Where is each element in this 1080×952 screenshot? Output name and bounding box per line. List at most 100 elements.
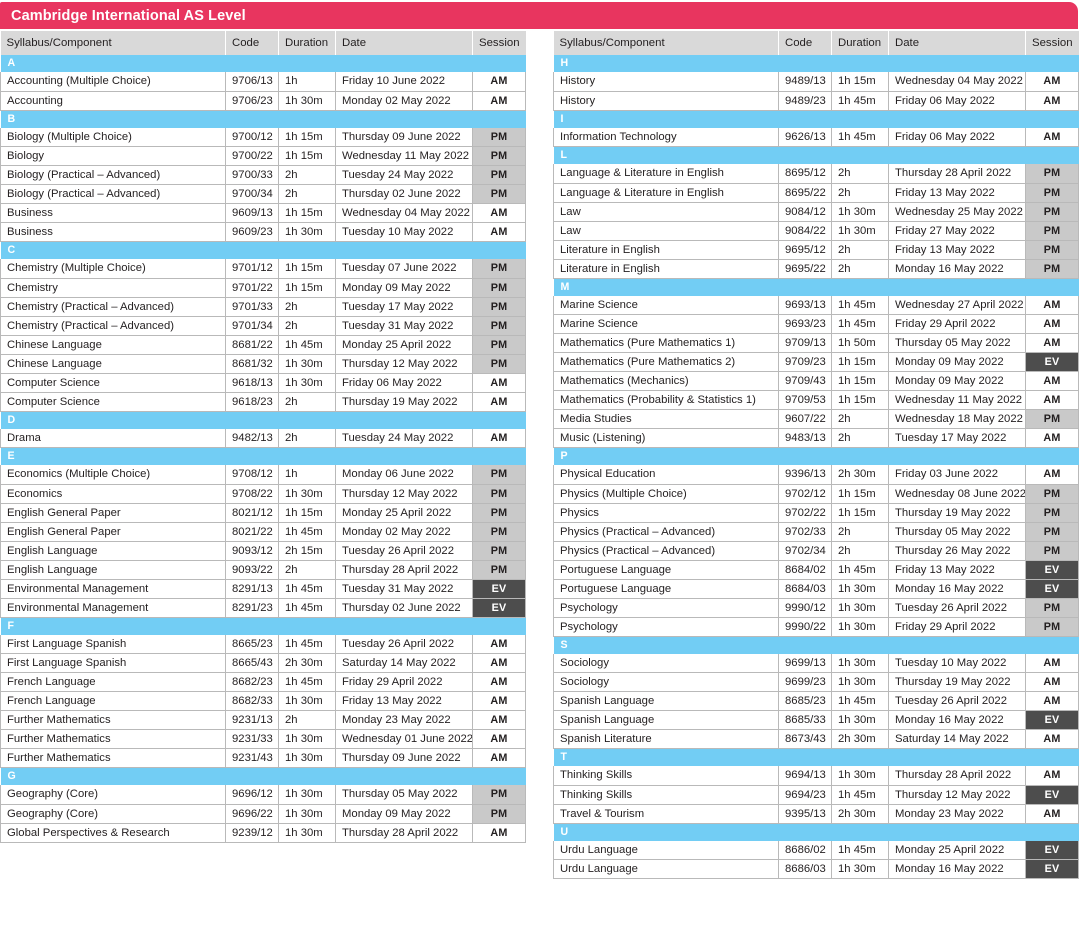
cell-session: AM (1025, 72, 1079, 92)
cell-session: AM (472, 203, 526, 223)
table-row: Sociology 9699/23 1h 30m Thursday 19 May 20… (553, 672, 1079, 692)
cell-code: 8291/23 (225, 598, 279, 618)
table-row: French Language 8682/33 1h 30m Friday 13 Ma… (0, 691, 526, 711)
section-header-row: L (553, 146, 1079, 164)
cell-duration: 1h 15m (278, 127, 336, 147)
cell-code: 9694/23 (778, 785, 832, 805)
cell-date: Monday 25 April 2022 (888, 840, 1026, 860)
cell-code: 9706/13 (225, 72, 279, 92)
cell-code: 8021/12 (225, 503, 279, 523)
cell-syllabus: Biology (Practical – Advanced) (0, 165, 226, 185)
table-row: Literature in English 9695/12 2h Friday 13 … (553, 240, 1079, 260)
cell-session: PM (1025, 202, 1079, 222)
cell-syllabus: Biology (0, 146, 226, 166)
cell-code: 9695/12 (778, 240, 832, 260)
cell-syllabus: Thinking Skills (553, 766, 779, 786)
table-row: Physics (Practical – Advanced) 9702/33 2h T… (553, 522, 1079, 542)
cell-session: PM (472, 560, 526, 580)
cell-session: PM (1025, 164, 1079, 184)
cell-duration: 2h (278, 165, 336, 185)
cell-code: 8665/23 (225, 634, 279, 654)
section-header-row: I (553, 110, 1079, 128)
table-row: Physics 9702/22 1h 15m Thursday 19 May 2022… (553, 503, 1079, 523)
cell-date: Monday 16 May 2022 (888, 259, 1026, 279)
cell-syllabus: Environmental Management (0, 598, 226, 618)
table-row: Biology 9700/22 1h 15m Wednesday 11 May 202… (0, 146, 526, 166)
section-letter: F (0, 617, 526, 635)
cell-syllabus: Psychology (553, 617, 779, 637)
cell-code: 8673/43 (778, 729, 832, 749)
table-row: English General Paper 8021/22 1h 45m Monday… (0, 522, 526, 542)
cell-syllabus: Sociology (553, 653, 779, 673)
cell-code: 8686/03 (778, 859, 832, 879)
cell-code: 9699/13 (778, 653, 832, 673)
section-letter: S (553, 636, 1079, 654)
cell-syllabus: Thinking Skills (553, 785, 779, 805)
cell-code: 8686/02 (778, 840, 832, 860)
cell-code: 8684/03 (778, 579, 832, 599)
section-letter: B (0, 110, 526, 128)
cell-code: 9093/12 (225, 541, 279, 561)
cell-syllabus: Physical Education (553, 465, 779, 485)
cell-syllabus: Biology (Multiple Choice) (0, 127, 226, 147)
cell-date: Thursday 28 April 2022 (888, 164, 1026, 184)
column-header-duration: Duration (831, 31, 889, 55)
cell-duration: 2h 30m (278, 653, 336, 673)
cell-duration: 1h 15m (278, 203, 336, 223)
cell-session: PM (472, 127, 526, 147)
cell-duration: 2h (831, 183, 889, 203)
cell-date: Tuesday 31 May 2022 (335, 579, 473, 599)
cell-syllabus: Chinese Language (0, 354, 226, 374)
cell-duration: 1h 30m (278, 354, 336, 374)
cell-date: Thursday 19 May 2022 (888, 503, 1026, 523)
cell-duration: 2h (831, 164, 889, 184)
cell-date: Saturday 14 May 2022 (888, 729, 1026, 749)
cell-duration: 1h 15m (278, 259, 336, 279)
cell-date: Wednesday 11 May 2022 (335, 146, 473, 166)
cell-syllabus: Biology (Practical – Advanced) (0, 184, 226, 204)
cell-date: Wednesday 25 May 2022 (888, 202, 1026, 222)
cell-session: AM (1025, 127, 1079, 147)
section-header-row: F (0, 617, 526, 635)
cell-syllabus: Environmental Management (0, 579, 226, 599)
cell-syllabus: Mathematics (Mechanics) (553, 371, 779, 391)
cell-session: AM (1025, 465, 1079, 485)
cell-session: PM (472, 785, 526, 805)
cell-date: Tuesday 07 June 2022 (335, 259, 473, 279)
cell-duration: 1h 30m (278, 373, 336, 393)
cell-session: PM (1025, 522, 1079, 542)
section-header-row: H (553, 55, 1079, 72)
table-row: Physical Education 9396/13 2h 30m Friday 03… (553, 465, 1079, 485)
section-header-row: E (0, 447, 526, 465)
cell-date: Monday 23 May 2022 (888, 804, 1026, 824)
cell-syllabus: Language & Literature in English (553, 164, 779, 184)
cell-session: AM (1025, 295, 1079, 315)
cell-duration: 1h 45m (831, 840, 889, 860)
cell-code: 9231/13 (225, 710, 279, 730)
cell-date: Thursday 05 May 2022 (888, 522, 1026, 542)
cell-syllabus: Chemistry (Multiple Choice) (0, 259, 226, 279)
cell-session: AM (472, 672, 526, 692)
cell-duration: 1h 45m (278, 672, 336, 692)
cell-session: AM (1025, 766, 1079, 786)
cell-duration: 1h 15m (831, 390, 889, 410)
cell-date: Thursday 28 April 2022 (335, 560, 473, 580)
cell-syllabus: Psychology (553, 598, 779, 618)
cell-session: EV (1025, 859, 1079, 879)
cell-date: Tuesday 26 April 2022 (888, 691, 1026, 711)
page-title-banner: Cambridge International AS Level (0, 2, 1078, 29)
cell-syllabus: Accounting (0, 91, 226, 111)
cell-code: 9709/23 (778, 352, 832, 372)
cell-date: Thursday 05 May 2022 (335, 785, 473, 805)
cell-syllabus: Information Technology (553, 127, 779, 147)
cell-duration: 2h (278, 428, 336, 448)
cell-duration: 1h (278, 72, 336, 92)
table-row: Drama 9482/13 2h Tuesday 24 May 2022 AM (0, 428, 526, 448)
table-row: Marine Science 9693/13 1h 45m Wednesday 27 … (553, 295, 1079, 315)
cell-syllabus: Spanish Language (553, 691, 779, 711)
section-letter: G (0, 767, 526, 785)
cell-duration: 1h 30m (278, 748, 336, 768)
cell-date: Friday 06 May 2022 (335, 373, 473, 393)
cell-date: Monday 09 May 2022 (888, 371, 1026, 391)
cell-date: Friday 06 May 2022 (888, 91, 1026, 111)
